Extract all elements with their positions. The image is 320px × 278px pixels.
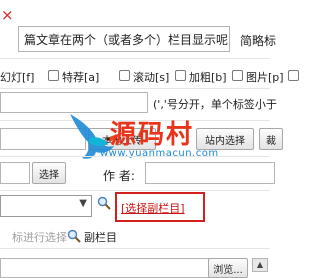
category-select[interactable]: ▼ xyxy=(0,195,92,217)
file-path-input[interactable] xyxy=(0,258,210,278)
flag-checkbox-jump[interactable] xyxy=(288,70,299,81)
short-title-label: 简略标 xyxy=(240,34,277,48)
source-input[interactable] xyxy=(0,162,30,184)
flag-checkbox-recommend[interactable] xyxy=(48,70,59,81)
flag-label-slideshow: 幻灯[f] xyxy=(0,71,35,84)
flag-label-scroll: 滚动[s] xyxy=(133,71,170,84)
title-input[interactable] xyxy=(18,26,230,52)
flag-checkbox-picture[interactable] xyxy=(232,70,243,81)
sub-category-hint: 标进行选择 xyxy=(12,231,67,244)
flag-label-picture: 图片[p] xyxy=(246,71,284,84)
flag-checkbox-bold[interactable] xyxy=(175,70,186,81)
flag-checkbox-scroll[interactable] xyxy=(119,70,130,81)
sub-category-search-icon[interactable] xyxy=(67,229,81,243)
select-sub-category-link[interactable]: [选择副栏目] xyxy=(121,200,185,216)
flag-label-bold: 加粗[b] xyxy=(189,71,227,84)
author-input[interactable] xyxy=(145,162,275,184)
watermark-title: 源码村 xyxy=(110,120,195,150)
search-icon[interactable] xyxy=(97,196,111,210)
watermark-url: www.yuanmacun.com xyxy=(100,148,219,159)
close-icon[interactable]: × xyxy=(1,7,17,23)
author-label: 作 者: xyxy=(103,169,135,183)
sub-category-label: 副栏目 xyxy=(84,231,117,244)
source-select-button[interactable]: 选择 xyxy=(32,162,66,184)
flag-label-recommend: 特荐[a] xyxy=(62,71,100,84)
crop-button[interactable]: 裁 xyxy=(259,128,283,150)
browse-button[interactable]: 浏览... xyxy=(208,258,248,278)
chevron-down-icon: ▼ xyxy=(79,198,87,209)
